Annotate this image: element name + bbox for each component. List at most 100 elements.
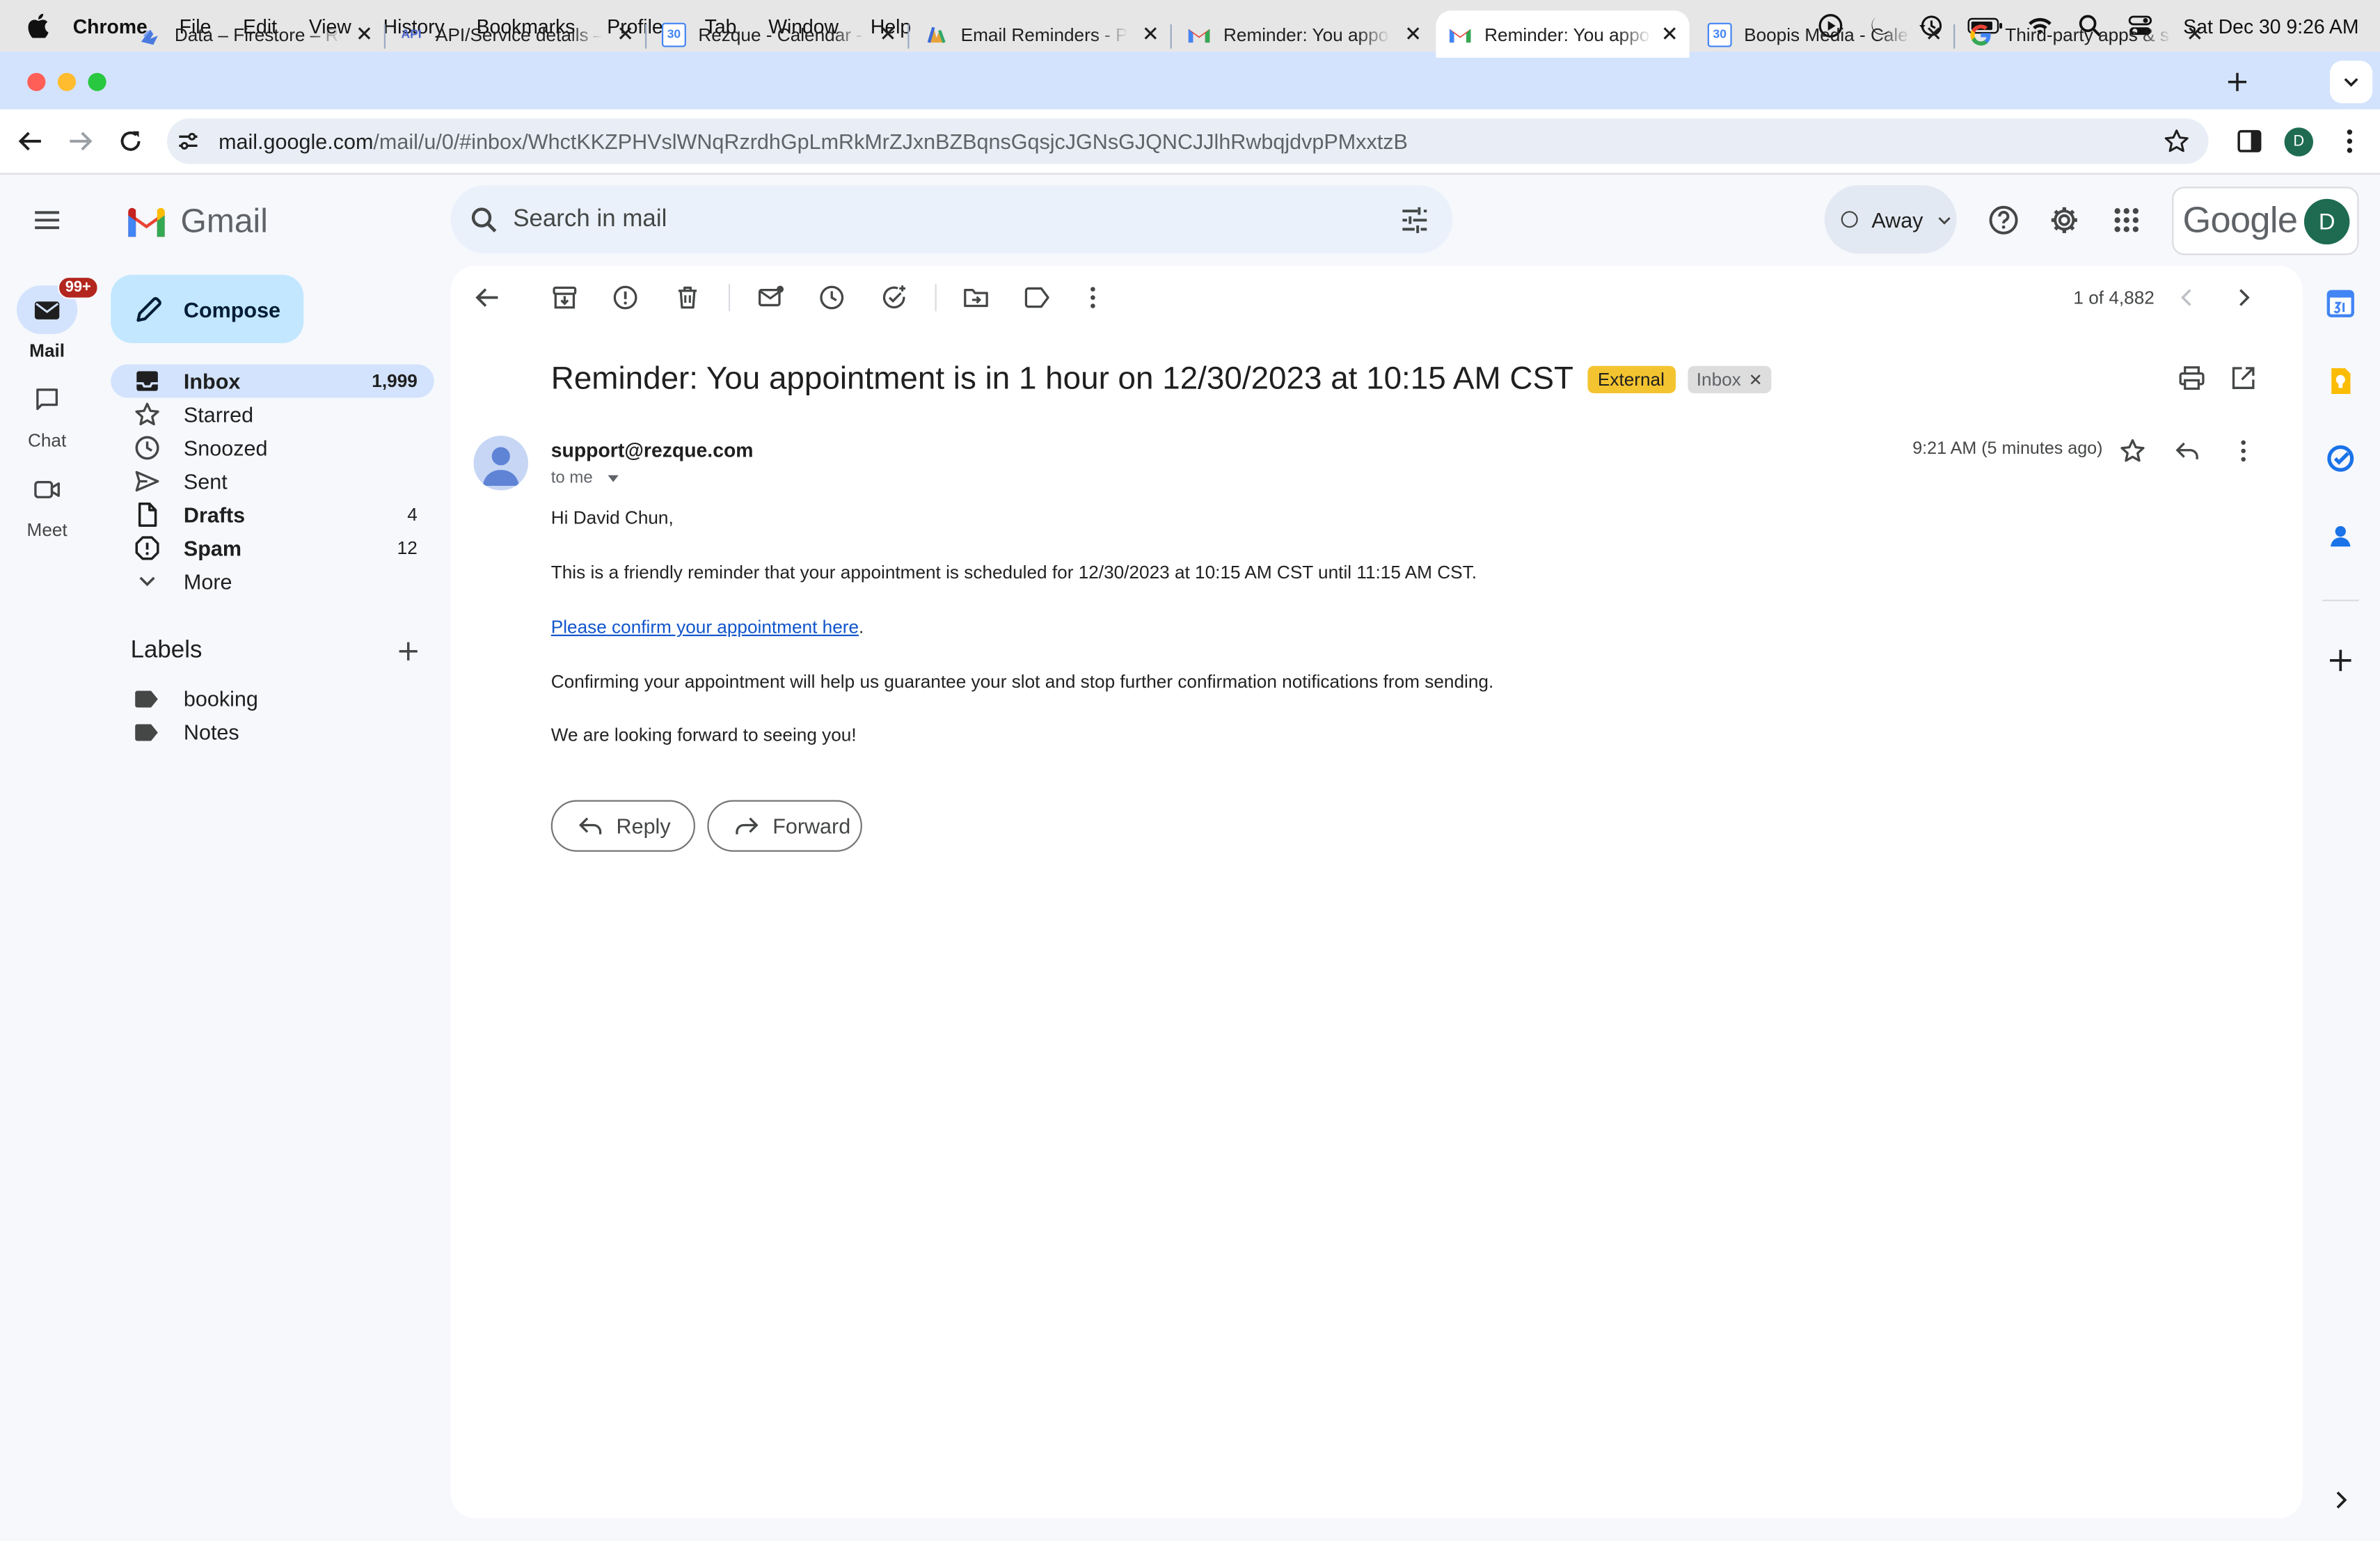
main-menu-icon[interactable] xyxy=(32,205,63,235)
close-tab-icon[interactable] xyxy=(2184,23,2206,45)
expand-side-panel-icon[interactable] xyxy=(2329,1488,2353,1512)
archive-icon[interactable] xyxy=(551,284,578,311)
search-options-icon[interactable] xyxy=(1398,203,1431,237)
status-selector[interactable]: Away xyxy=(1824,185,1957,254)
tab-title: Third-party apps & s xyxy=(2005,23,2169,45)
forward-button[interactable]: Forward xyxy=(707,800,862,852)
sender-address[interactable]: support@rezque.com xyxy=(551,438,754,461)
tab-boopis-calendar[interactable]: 30 Boopis Media - Cale xyxy=(1695,10,1953,58)
star-icon[interactable] xyxy=(2119,437,2146,464)
rail-chat[interactable]: Chat xyxy=(0,375,94,451)
reply-button[interactable]: Reply xyxy=(550,800,695,852)
google-tasks-icon[interactable] xyxy=(2325,443,2356,474)
close-tab-icon[interactable] xyxy=(1659,23,1681,45)
folder-label: Inbox xyxy=(183,369,241,393)
new-tab-icon[interactable] xyxy=(2226,70,2250,94)
tab-email-reminders[interactable]: Email Reminders - Pi xyxy=(912,10,1171,58)
rail-mail[interactable]: 99+ Mail xyxy=(0,276,99,362)
folder-spam[interactable]: Spam 12 xyxy=(111,531,434,564)
person-silhouette-icon xyxy=(482,447,519,487)
folder-drafts[interactable]: Drafts 4 xyxy=(111,498,434,531)
apple-icon[interactable] xyxy=(27,13,49,38)
folder-snoozed[interactable]: Snoozed xyxy=(111,431,434,464)
rail-label: Mail xyxy=(29,340,65,362)
forward-arrow-icon[interactable] xyxy=(67,127,94,155)
label-icon[interactable] xyxy=(1023,284,1050,311)
report-spam-icon[interactable] xyxy=(612,284,639,311)
print-icon[interactable] xyxy=(2178,365,2205,392)
gear-icon[interactable] xyxy=(2047,203,2081,237)
apps-grid-icon[interactable] xyxy=(2110,203,2143,237)
account-avatar[interactable]: D xyxy=(2303,198,2350,245)
folder-inbox[interactable]: Inbox 1,999 xyxy=(111,364,434,398)
close-tab-icon[interactable] xyxy=(1402,23,1424,45)
reload-icon[interactable] xyxy=(117,127,144,155)
move-to-folder-icon[interactable] xyxy=(962,284,990,311)
tab-reminder-active[interactable]: Reminder: You appoi xyxy=(1436,10,1690,58)
google-calendar-icon[interactable] xyxy=(2325,288,2356,319)
search-input[interactable] xyxy=(513,205,1303,233)
more-vertical-icon[interactable] xyxy=(2335,126,2365,157)
folder-label: Starred xyxy=(183,402,254,427)
chevron-left-icon[interactable] xyxy=(2173,284,2200,311)
more-vertical-icon[interactable] xyxy=(1079,284,1106,311)
trash-icon[interactable] xyxy=(674,284,701,311)
pipedream-icon xyxy=(927,26,946,42)
tab-search-button[interactable] xyxy=(2330,61,2373,104)
tab-third-party-apps[interactable]: Third-party apps & s xyxy=(1956,10,2214,58)
back-arrow-icon[interactable] xyxy=(17,127,44,155)
close-tab-icon[interactable] xyxy=(1140,23,1161,45)
folder-starred[interactable]: Starred xyxy=(111,397,434,431)
browser-profile-avatar[interactable]: D xyxy=(2284,127,2314,157)
confirm-appointment-link[interactable]: Please confirm your appointment here xyxy=(551,617,859,638)
rail-chat-pill xyxy=(17,375,77,424)
back-to-inbox-icon[interactable] xyxy=(474,284,501,311)
bookmark-star-icon[interactable] xyxy=(2163,127,2190,155)
close-tab-icon[interactable] xyxy=(614,23,636,45)
google-contacts-icon[interactable] xyxy=(2325,521,2356,551)
google-keep-icon[interactable] xyxy=(2325,366,2356,397)
close-tab-icon[interactable] xyxy=(354,23,375,45)
tab-firestore[interactable]: Data – Firestore – Re xyxy=(126,10,384,58)
gmail-logo[interactable]: Gmail xyxy=(125,202,268,242)
label-booking[interactable]: booking xyxy=(135,683,258,714)
rail-meet[interactable]: Meet xyxy=(0,464,94,541)
more-vertical-icon[interactable] xyxy=(2230,437,2257,464)
open-in-new-window-icon[interactable] xyxy=(2230,365,2257,392)
get-addons-plus-icon[interactable] xyxy=(2325,645,2356,676)
subject-line: Reminder: You appointment is in 1 hour o… xyxy=(551,361,1772,397)
compose-button[interactable]: Compose xyxy=(111,274,304,343)
help-icon[interactable] xyxy=(1987,203,2020,237)
minimize-window-button[interactable] xyxy=(57,72,77,91)
chevron-right-icon[interactable] xyxy=(2230,284,2257,311)
label-notes[interactable]: Notes xyxy=(135,717,239,748)
send-icon xyxy=(135,471,159,492)
create-label-icon[interactable] xyxy=(396,639,420,663)
folder-label: Spam xyxy=(183,535,242,560)
toolbar-divider xyxy=(728,283,731,312)
address-bar[interactable]: mail.google.com/mail/u/0/#inbox/WhctKKZP… xyxy=(166,118,2209,164)
mail-search-bar[interactable] xyxy=(450,185,1453,254)
close-window-button[interactable] xyxy=(27,72,46,91)
mail-icon xyxy=(34,301,60,319)
mark-unread-icon[interactable] xyxy=(757,284,784,311)
tab-rezque-calendar[interactable]: 30 Rezque - Calendar - xyxy=(650,10,908,58)
folder-more[interactable]: More xyxy=(111,564,434,598)
folder-sent[interactable]: Sent xyxy=(111,464,434,498)
close-tab-icon[interactable] xyxy=(878,23,899,45)
close-tab-icon[interactable] xyxy=(1923,23,1944,45)
video-camera-icon xyxy=(34,480,60,498)
tab-api-service[interactable]: API API/Service details – xyxy=(387,10,645,58)
rail-mail-pill: 99+ xyxy=(16,276,99,334)
site-settings-icon[interactable] xyxy=(176,129,200,153)
tab-reminder-1[interactable]: Reminder: You appoi xyxy=(1175,10,1433,58)
search-icon[interactable] xyxy=(469,204,500,235)
side-panel-icon[interactable] xyxy=(2235,126,2265,157)
reply-icon[interactable] xyxy=(2173,437,2200,464)
add-to-tasks-icon[interactable] xyxy=(880,284,907,311)
remove-label-icon[interactable]: ✕ xyxy=(1749,370,1763,389)
snooze-clock-icon[interactable] xyxy=(818,284,846,311)
maximize-window-button[interactable] xyxy=(88,72,106,91)
recipient-details[interactable]: to me xyxy=(551,469,620,487)
google-account-box[interactable]: Google D xyxy=(2172,187,2359,255)
